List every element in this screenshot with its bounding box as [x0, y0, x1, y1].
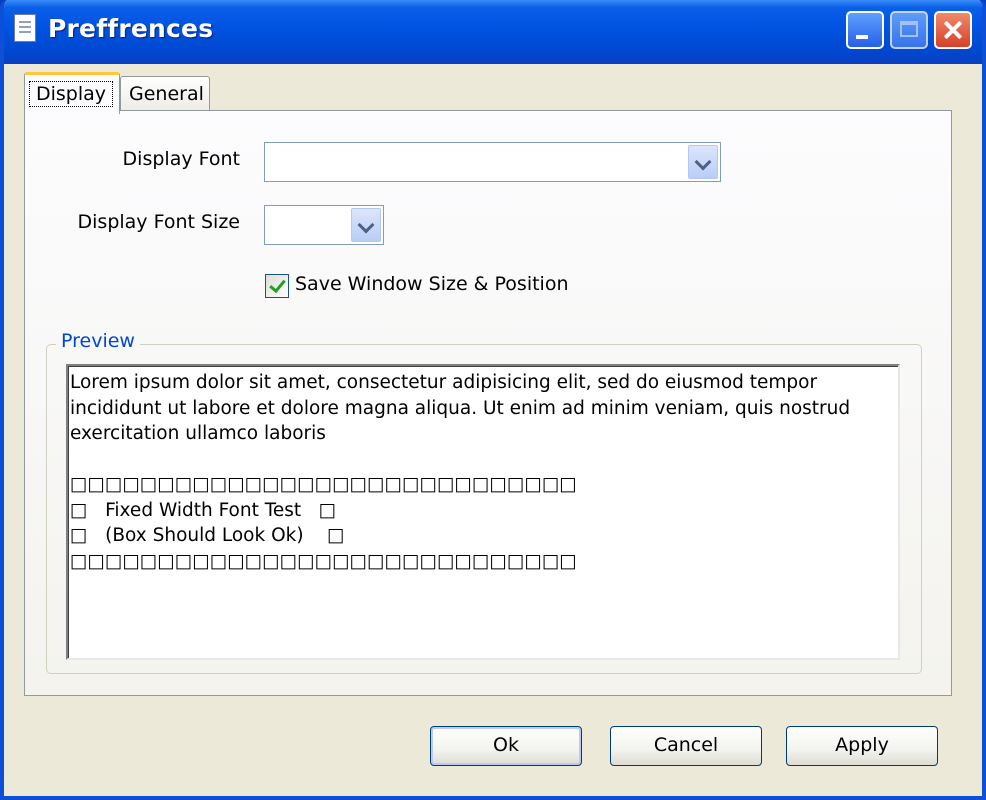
save-window-checkbox[interactable]	[265, 274, 289, 298]
window-title: Preffrences	[48, 14, 214, 43]
minimize-icon	[856, 35, 868, 39]
ok-button[interactable]: Ok	[430, 726, 582, 766]
display-font-label: Display Font	[122, 148, 240, 170]
maximize-icon	[900, 21, 918, 37]
close-icon	[936, 13, 970, 47]
chevron-down-icon[interactable]	[351, 208, 381, 242]
tab-display[interactable]: Display	[24, 72, 120, 114]
tab-general-label: General	[129, 83, 204, 105]
close-button[interactable]	[934, 11, 972, 49]
document-icon	[14, 14, 36, 42]
display-font-size-combo[interactable]	[264, 205, 384, 245]
display-font-size-label: Display Font Size	[77, 211, 240, 233]
cancel-button[interactable]: Cancel	[610, 726, 762, 766]
apply-button[interactable]: Apply	[786, 726, 938, 766]
title-bar[interactable]: Preffrences	[4, 0, 982, 64]
preview-group-title: Preview	[56, 330, 140, 352]
chevron-down-icon[interactable]	[688, 145, 718, 179]
minimize-button[interactable]	[846, 11, 884, 49]
preview-text: Lorem ipsum dolor sit amet, consectetur …	[70, 372, 851, 572]
maximize-button[interactable]	[890, 11, 928, 49]
tab-display-label: Display	[29, 81, 114, 107]
display-font-combo[interactable]	[264, 142, 721, 182]
tab-general[interactable]: General	[120, 76, 210, 112]
save-window-label[interactable]: Save Window Size & Position	[295, 273, 569, 295]
